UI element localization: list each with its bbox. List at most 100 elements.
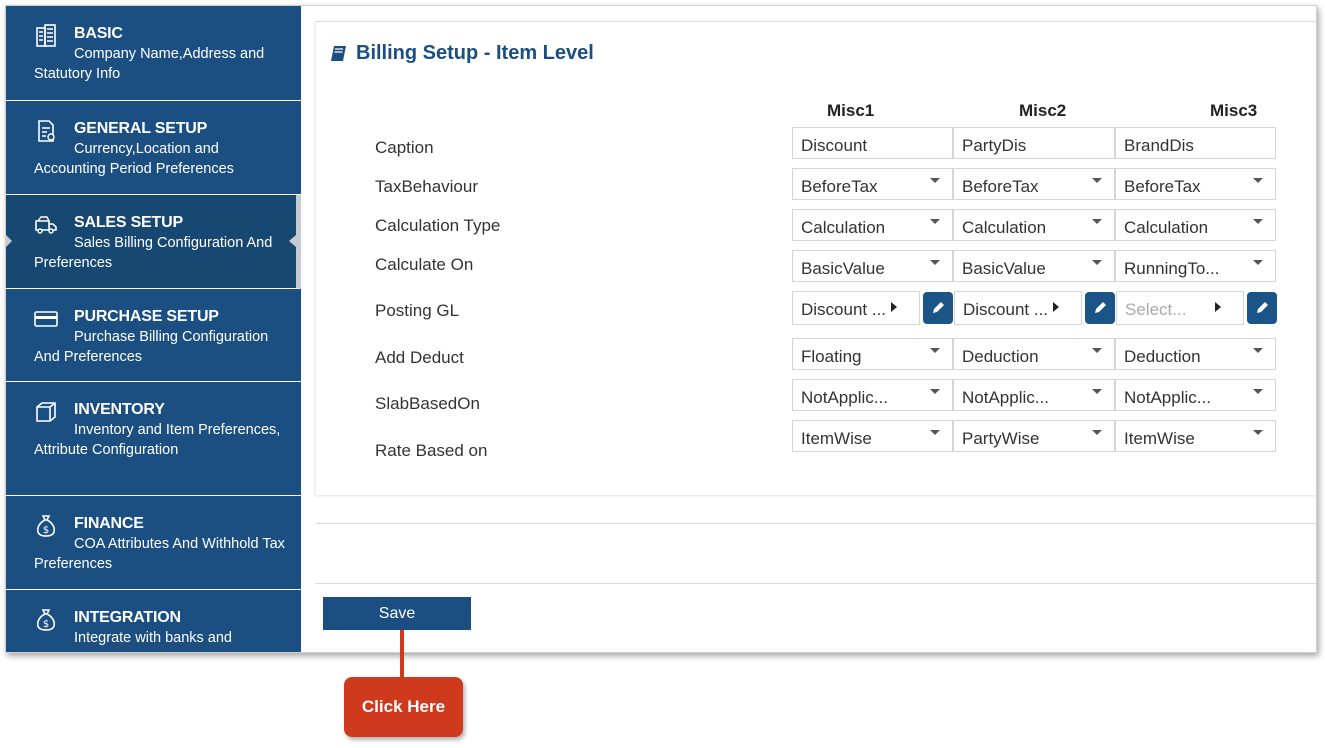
rate-based-on-select-misc2[interactable]: PartyWise: [953, 420, 1115, 452]
chevron-down-icon: [1092, 260, 1102, 265]
row-label-calculation-type: Calculation Type: [375, 216, 501, 235]
card-title: Billing Setup - Item Level: [330, 42, 594, 65]
section-divider: [315, 523, 1316, 524]
calculation-type-select-misc3[interactable]: Calculation: [1115, 209, 1276, 241]
sidebar-item-title: SALES SETUP: [74, 214, 183, 231]
billing-setup-card: Billing Setup - Item Level Misc1 Misc2 M…: [315, 21, 1316, 495]
chevron-down-icon: [930, 219, 940, 224]
sidebar-item-desc: Company Name,Address and Statutory Info: [34, 46, 265, 82]
sidebar-item-purchase-setup[interactable]: PURCHASE SETUP Purchase Billing Configur…: [6, 289, 301, 382]
chevron-down-icon: [1253, 178, 1263, 183]
chevron-down-icon: [930, 430, 940, 435]
callout-pointer: [400, 630, 404, 678]
sidebar-item-title: INTEGRATION: [74, 609, 181, 626]
row-label-calculate-on: Calculate On: [375, 255, 474, 274]
chevron-down-icon: [930, 178, 940, 183]
rate-based-on-select-misc1[interactable]: ItemWise: [792, 420, 953, 452]
add-deduct-select-misc2[interactable]: Deduction: [953, 338, 1115, 370]
posting-gl-edit-button-misc3[interactable]: [1247, 292, 1277, 324]
chevron-down-icon: [1253, 430, 1263, 435]
sidebar-item-title: INVENTORY: [74, 401, 165, 418]
sidebar-item-general-setup[interactable]: GENERAL SETUP Currency,Location and Acco…: [6, 101, 301, 195]
app-window: BASIC Company Name,Address and Statutory…: [5, 5, 1317, 653]
money-bag-icon: $: [36, 609, 56, 631]
posting-gl-lookup-misc1[interactable]: Discount ...: [792, 291, 920, 325]
caret-right-icon: [1215, 302, 1221, 312]
credit-card-icon: [34, 311, 58, 327]
chevron-down-icon: [1253, 348, 1263, 353]
sidebar-item-desc: Purchase Billing Configuration And Prefe…: [34, 329, 269, 365]
chevron-down-icon: [930, 389, 940, 394]
money-bag-icon: $: [36, 515, 56, 537]
click-here-callout: Click Here: [344, 677, 463, 737]
calculation-type-select-misc2[interactable]: Calculation: [953, 209, 1115, 241]
pencil-icon: [933, 302, 944, 313]
sidebar-item-title: FINANCE: [74, 515, 144, 532]
sidebar-item-desc: COA Attributes And Withhold Tax Preferen…: [34, 536, 285, 572]
row-label-slabbasedon: SlabBasedOn: [375, 394, 480, 413]
sidebar-item-sales-setup[interactable]: SALES SETUP Sales Billing Configuration …: [6, 195, 301, 289]
pencil-icon: [1095, 302, 1106, 313]
posting-gl-lookup-misc2[interactable]: Discount ...: [954, 291, 1082, 325]
document-settings-icon: [38, 120, 55, 142]
slabbasedon-select-misc1[interactable]: NotApplic...: [792, 379, 953, 411]
posting-gl-lookup-misc3[interactable]: Select...: [1116, 291, 1244, 325]
calculate-on-select-misc3[interactable]: RunningTo...: [1115, 250, 1276, 282]
caption-input-misc2[interactable]: PartyDis: [953, 127, 1115, 159]
posting-gl-edit-button-misc1[interactable]: [923, 292, 953, 324]
posting-gl-edit-button-misc2[interactable]: [1085, 292, 1115, 324]
caret-right-icon: [891, 302, 897, 312]
save-button[interactable]: Save: [323, 597, 471, 630]
row-label-taxbehaviour: TaxBehaviour: [375, 177, 479, 196]
chevron-down-icon: [1092, 389, 1102, 394]
sidebar-item-title: GENERAL SETUP: [74, 120, 208, 137]
taxbehaviour-select-misc3[interactable]: BeforeTax: [1115, 168, 1276, 200]
sidebar-item-desc: Currency,Location and Accounting Period …: [34, 141, 234, 177]
column-header-misc1: Misc1: [827, 101, 875, 120]
chevron-down-icon: [930, 348, 940, 353]
taxbehaviour-select-misc2[interactable]: BeforeTax: [953, 168, 1115, 200]
chevron-down-icon: [1092, 178, 1102, 183]
taxbehaviour-select-misc1[interactable]: BeforeTax: [792, 168, 953, 200]
chevron-down-icon: [1253, 260, 1263, 265]
column-header-misc3: Misc3: [1210, 101, 1258, 120]
settings-sidebar: BASIC Company Name,Address and Statutory…: [6, 6, 301, 652]
row-label-caption: Caption: [375, 138, 434, 157]
caption-input-misc1[interactable]: Discount: [792, 127, 953, 159]
van-icon: [35, 216, 57, 234]
pencil-icon: [1257, 302, 1268, 313]
chevron-down-icon: [1092, 348, 1102, 353]
column-header-misc2: Misc2: [1019, 101, 1067, 120]
card-title-text: Billing Setup - Item Level: [356, 42, 594, 64]
sidebar-item-desc: Inventory and Item Preferences, Attribut…: [34, 422, 281, 458]
chevron-down-icon: [930, 260, 940, 265]
calculate-on-select-misc2[interactable]: BasicValue: [953, 250, 1115, 282]
caption-input-misc3[interactable]: BrandDis: [1115, 127, 1276, 159]
chevron-down-icon: [1253, 219, 1263, 224]
sidebar-item-desc: Sales Billing Configuration And Preferen…: [34, 235, 273, 271]
slabbasedon-select-misc3[interactable]: NotApplic...: [1115, 379, 1276, 411]
footer-divider: [315, 583, 1316, 584]
add-deduct-select-misc1[interactable]: Floating: [792, 338, 953, 370]
caret-right-icon: [1053, 302, 1059, 312]
sidebar-item-basic[interactable]: BASIC Company Name,Address and Statutory…: [6, 6, 301, 101]
building-icon: [36, 24, 56, 47]
sidebar-item-inventory[interactable]: INVENTORY Inventory and Item Preferences…: [6, 382, 301, 496]
calculate-on-select-misc1[interactable]: BasicValue: [792, 250, 953, 282]
svg-text:$: $: [43, 619, 49, 630]
sidebar-item-desc: Integrate with banks and: [74, 630, 232, 646]
cube-icon: [36, 402, 56, 422]
sidebar-item-title: PURCHASE SETUP: [74, 308, 219, 325]
sidebar-item-finance[interactable]: $ FINANCE COA Attributes And Withhold Ta…: [6, 496, 301, 590]
sidebar-item-integration[interactable]: $ INTEGRATION Integrate with banks and: [6, 590, 301, 652]
slabbasedon-select-misc2[interactable]: NotApplic...: [953, 379, 1115, 411]
add-deduct-select-misc3[interactable]: Deduction: [1115, 338, 1276, 370]
main-panel: Billing Setup - Item Level Misc1 Misc2 M…: [301, 6, 1316, 652]
chevron-down-icon: [1092, 430, 1102, 435]
calculation-type-select-misc1[interactable]: Calculation: [792, 209, 953, 241]
chevron-down-icon: [1253, 389, 1263, 394]
row-label-add-deduct: Add Deduct: [375, 348, 464, 367]
book-icon: [331, 45, 346, 61]
rate-based-on-select-misc3[interactable]: ItemWise: [1115, 420, 1276, 452]
row-label-rate-based-on: Rate Based on: [375, 441, 488, 460]
